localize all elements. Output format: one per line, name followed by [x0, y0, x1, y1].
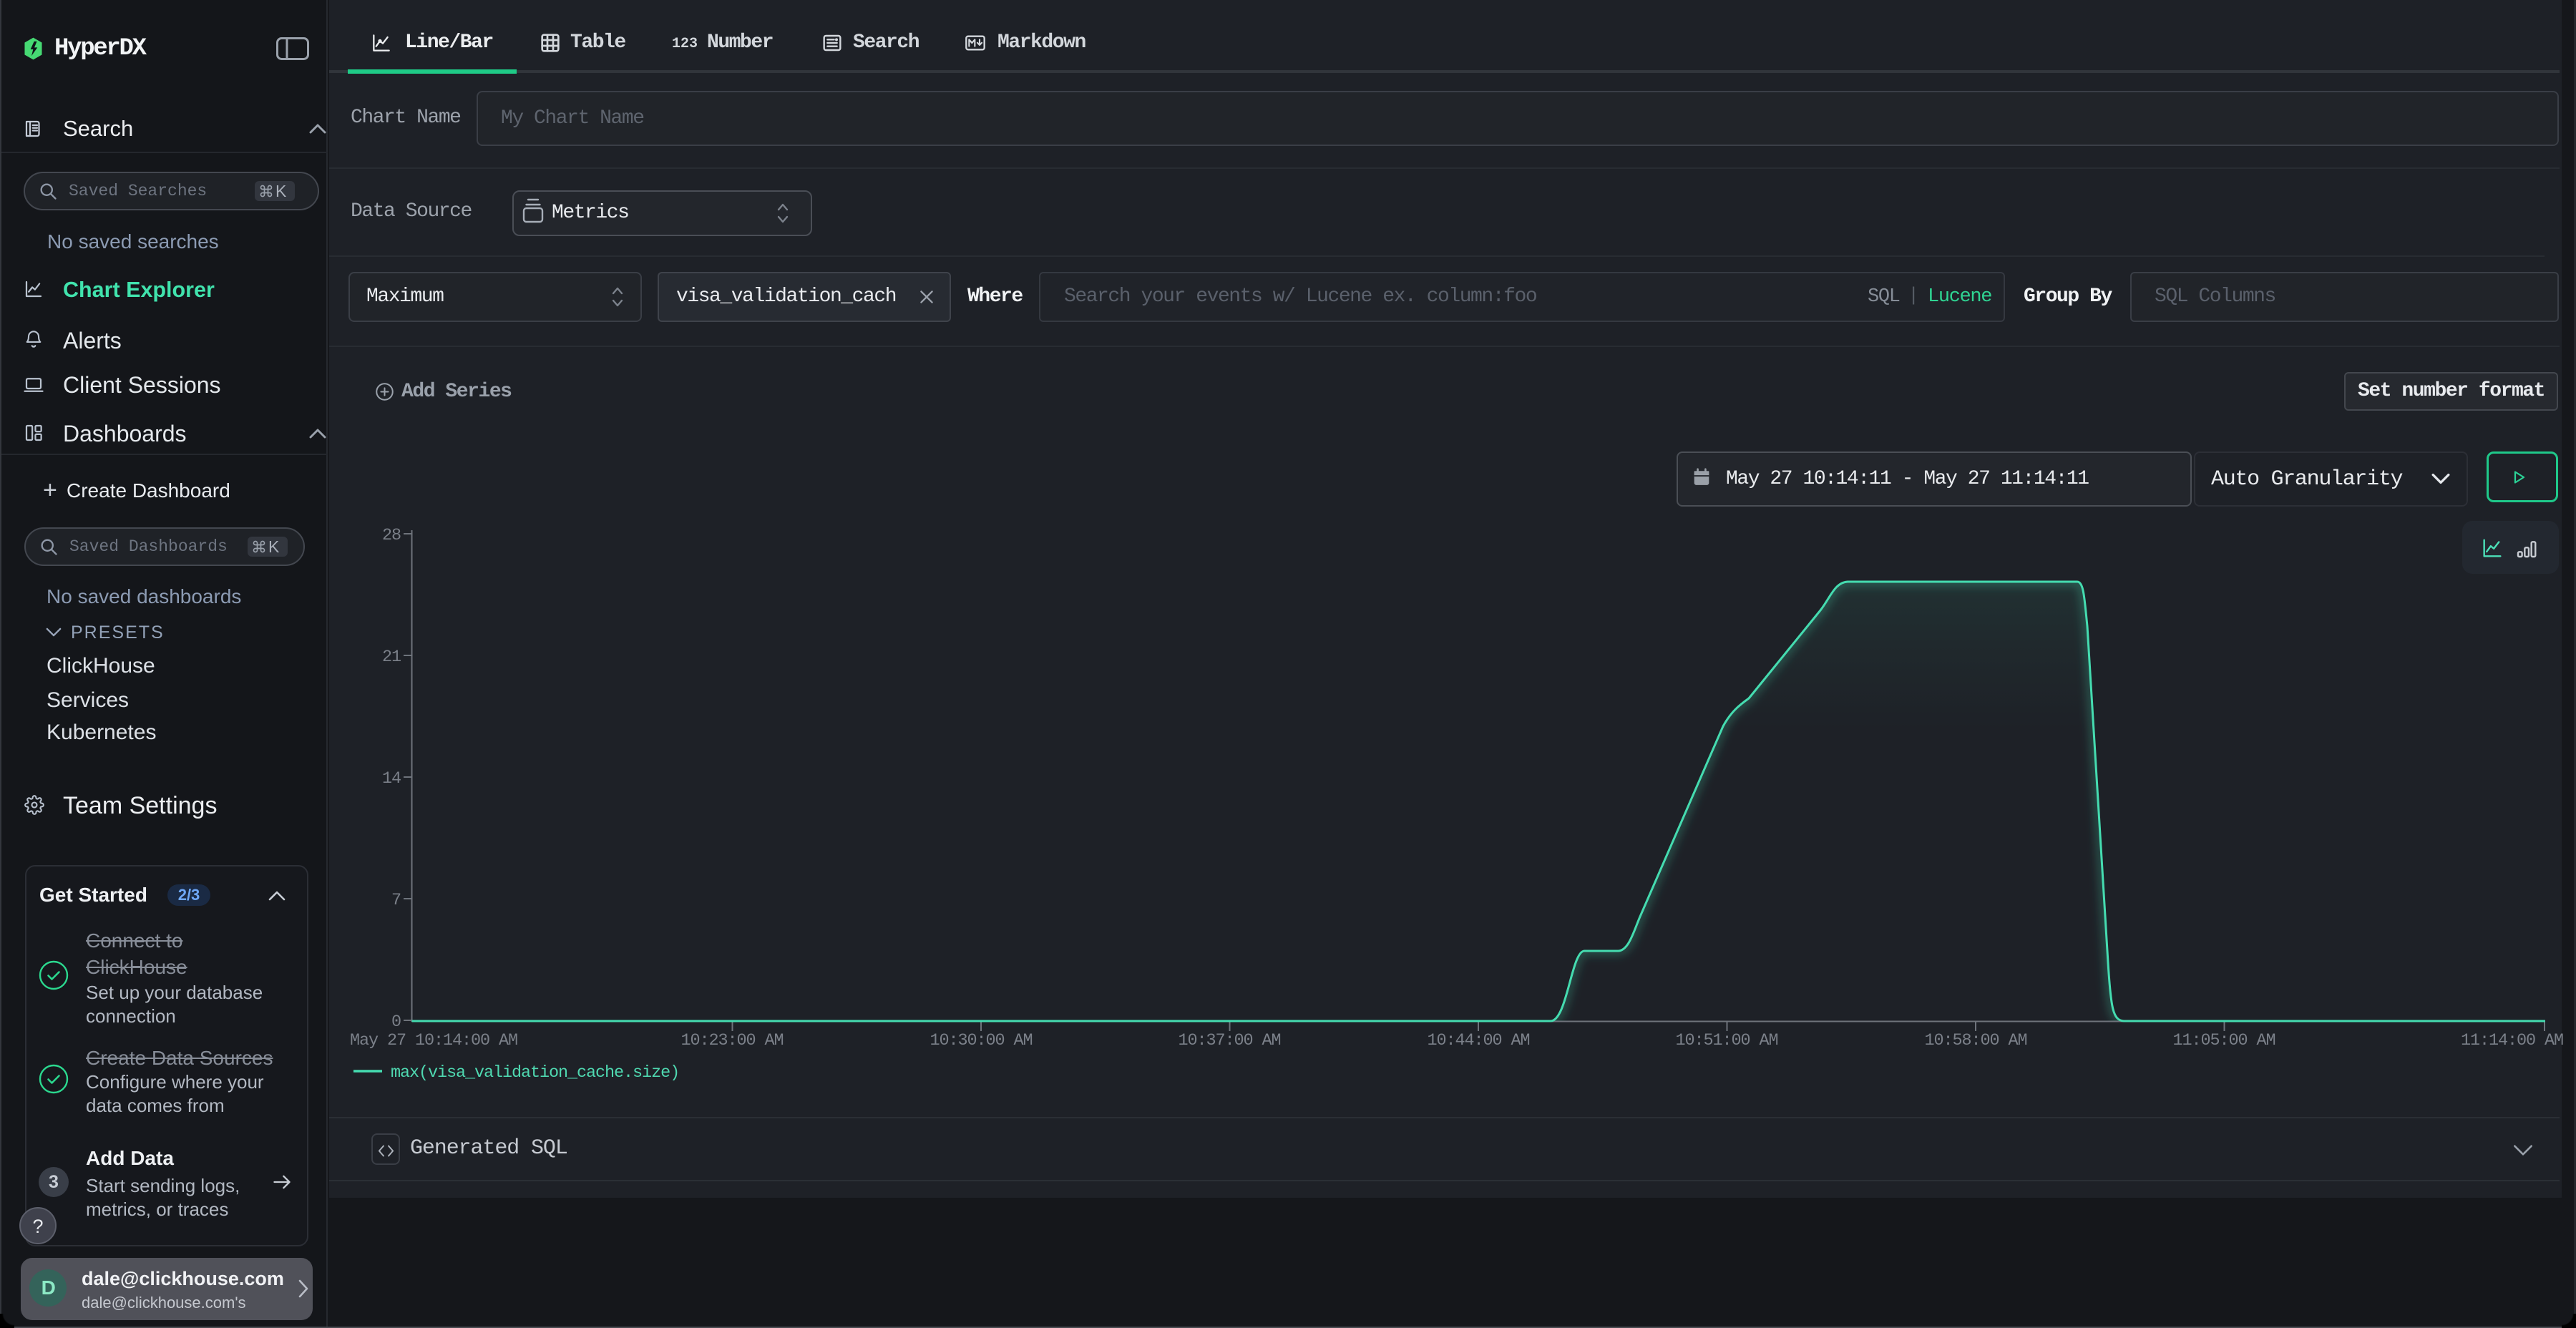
svg-text:10:37:00 AM: 10:37:00 AM: [1178, 1031, 1280, 1050]
svg-text:10:58:00 AM: 10:58:00 AM: [1924, 1031, 2026, 1050]
svg-text:7: 7: [391, 891, 401, 910]
svg-text:May 27 10:14:00 AM: May 27 10:14:00 AM: [350, 1031, 517, 1050]
svg-text:max(visa_validation_cache.size: max(visa_validation_cache.size): [391, 1063, 679, 1083]
svg-text:21: 21: [382, 648, 401, 667]
svg-text:28: 28: [382, 526, 401, 545]
svg-text:10:44:00 AM: 10:44:00 AM: [1427, 1031, 1529, 1050]
svg-text:10:51:00 AM: 10:51:00 AM: [1675, 1031, 1777, 1050]
svg-text:10:30:00 AM: 10:30:00 AM: [930, 1031, 1032, 1050]
svg-text:11:05:00 AM: 11:05:00 AM: [2172, 1031, 2275, 1050]
svg-text:0: 0: [391, 1012, 401, 1032]
svg-text:11:14:00 AM: 11:14:00 AM: [2461, 1031, 2563, 1050]
svg-text:10:23:00 AM: 10:23:00 AM: [680, 1031, 783, 1050]
svg-text:14: 14: [382, 769, 401, 788]
